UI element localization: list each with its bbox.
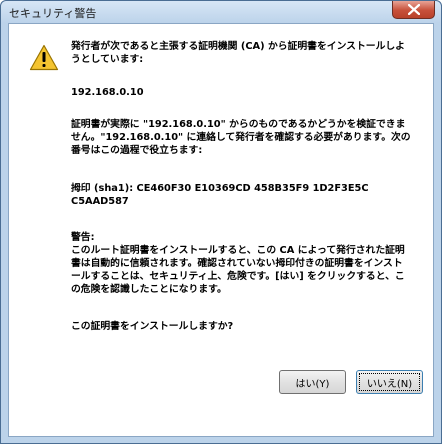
dialog-title: セキュリティ警告 — [9, 7, 97, 20]
title-bar[interactable]: セキュリティ警告 — [1, 1, 441, 23]
yes-button[interactable]: はい(Y) — [279, 370, 346, 394]
no-button[interactable]: いいえ(N) — [356, 370, 423, 394]
security-warning-dialog: セキュリティ警告 発行者が次であると主張する証明機関 (CA) から証明書をイン… — [0, 0, 442, 444]
close-icon — [408, 4, 420, 15]
dialog-body: 発行者が次であると主張する証明機関 (CA) から証明書をインストールしようとし… — [8, 23, 434, 437]
focus-rect — [359, 373, 420, 391]
intro-text: 発行者が次であると主張する証明機関 (CA) から証明書をインストールしようとし… — [71, 41, 405, 65]
issuer-ip: 192.168.0.10 — [71, 87, 144, 98]
close-button[interactable] — [392, 1, 435, 19]
install-question: この証明書をインストールしますか? — [71, 321, 234, 332]
warning-icon — [29, 44, 59, 71]
warning-heading: 警告: — [71, 232, 95, 243]
verify-text: 証明書が実際に "192.168.0.10" からのものであるかどうかを検証でき… — [71, 119, 411, 156]
button-row: はい(Y) いいえ(N) — [279, 370, 423, 398]
warning-body: このルート証明書をインストールすると、この CA によって発行された証明書は自動… — [71, 245, 405, 295]
thumbprint-text: 拇印 (sha1): CE460F30 E10369CD 458B35F9 1D… — [71, 183, 369, 207]
